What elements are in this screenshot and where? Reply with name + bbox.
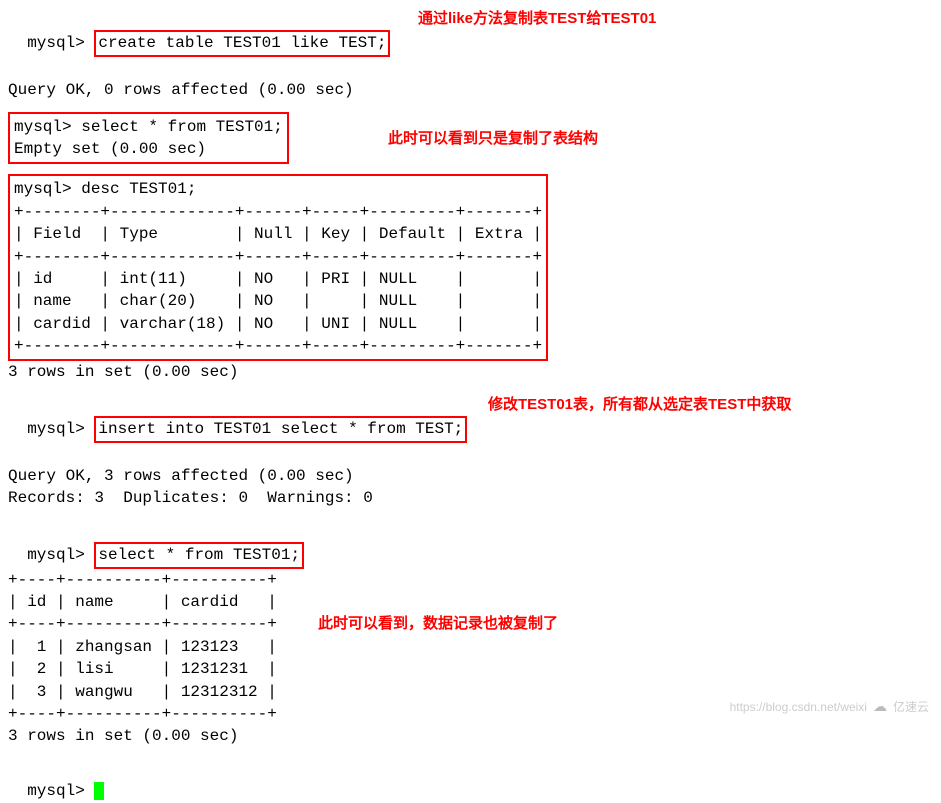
cursor-icon xyxy=(94,782,104,800)
table-border: +----+----------+----------+ xyxy=(8,569,933,591)
terminal-line: mysql> insert into TEST01 select * from … xyxy=(8,394,933,465)
table-row: | id | int(11) | NO | PRI | NULL | | xyxy=(14,268,542,290)
watermark: https://blog.csdn.net/weixi ☁ 亿速云 xyxy=(730,697,929,717)
terminal-output: Records: 3 Duplicates: 0 Warnings: 0 xyxy=(8,487,933,509)
mysql-prompt: mysql> xyxy=(14,180,72,198)
highlighted-command: insert into TEST01 select * from TEST; xyxy=(94,416,467,442)
cloud-icon: ☁ xyxy=(873,697,887,717)
terminal-line: mysql> create table TEST01 like TEST; 通过… xyxy=(8,8,933,79)
terminal-output: Query OK, 3 rows affected (0.00 sec) xyxy=(8,465,933,487)
annotation-data-copied: 此时可以看到，数据记录也被复制了 xyxy=(318,613,558,634)
table-header: | id | name | cardid | xyxy=(8,591,933,613)
command-text: desc TEST01; xyxy=(81,180,196,198)
mysql-prompt: mysql> xyxy=(14,118,72,136)
terminal-line: mysql> desc TEST01; xyxy=(14,178,542,200)
mysql-prompt: mysql> xyxy=(27,420,85,438)
table-border: +--------+-------------+------+-----+---… xyxy=(14,335,542,357)
mysql-prompt: mysql> xyxy=(27,782,85,800)
table-row: | 2 | lisi | 1231231 | xyxy=(8,658,933,680)
table-header: | Field | Type | Null | Key | Default | … xyxy=(14,223,542,245)
mysql-prompt: mysql> xyxy=(27,34,85,52)
terminal-output: 3 rows in set (0.00 sec) xyxy=(8,725,933,747)
highlighted-command: create table TEST01 like TEST; xyxy=(94,30,390,56)
terminal-output: Empty set (0.00 sec) xyxy=(14,138,283,160)
terminal-output: Query OK, 0 rows affected (0.00 sec) xyxy=(8,79,933,101)
watermark-url: https://blog.csdn.net/weixi xyxy=(730,699,867,716)
table-border: +--------+-------------+------+-----+---… xyxy=(14,246,542,268)
table-row: | name | char(20) | NO | | NULL | | xyxy=(14,290,542,312)
highlighted-block: mysql> select * from TEST01; Empty set (… xyxy=(8,112,289,165)
terminal-line: mysql> select * from TEST01; xyxy=(8,520,933,569)
annotation-insert-select: 修改TEST01表，所有都从选定表TEST中获取 xyxy=(488,394,791,415)
terminal-line: mysql> select * from TEST01; xyxy=(14,116,283,138)
annotation-structure-only: 此时可以看到只是复制了表结构 xyxy=(388,128,598,149)
watermark-brand: 亿速云 xyxy=(893,699,929,716)
highlighted-command: select * from TEST01; xyxy=(94,542,304,568)
terminal-output: 3 rows in set (0.00 sec) xyxy=(8,361,933,383)
table-border: +--------+-------------+------+-----+---… xyxy=(14,201,542,223)
mysql-prompt: mysql> xyxy=(27,546,85,564)
annotation-like-copy: 通过like方法复制表TEST给TEST01 xyxy=(418,8,656,29)
command-text: select * from TEST01; xyxy=(81,118,283,136)
table-row: | 1 | zhangsan | 123123 | xyxy=(8,636,933,658)
terminal-line[interactable]: mysql> xyxy=(8,758,933,803)
table-row: | cardid | varchar(18) | NO | UNI | NULL… xyxy=(14,313,542,335)
highlighted-block-desc: mysql> desc TEST01; +--------+----------… xyxy=(8,174,548,361)
